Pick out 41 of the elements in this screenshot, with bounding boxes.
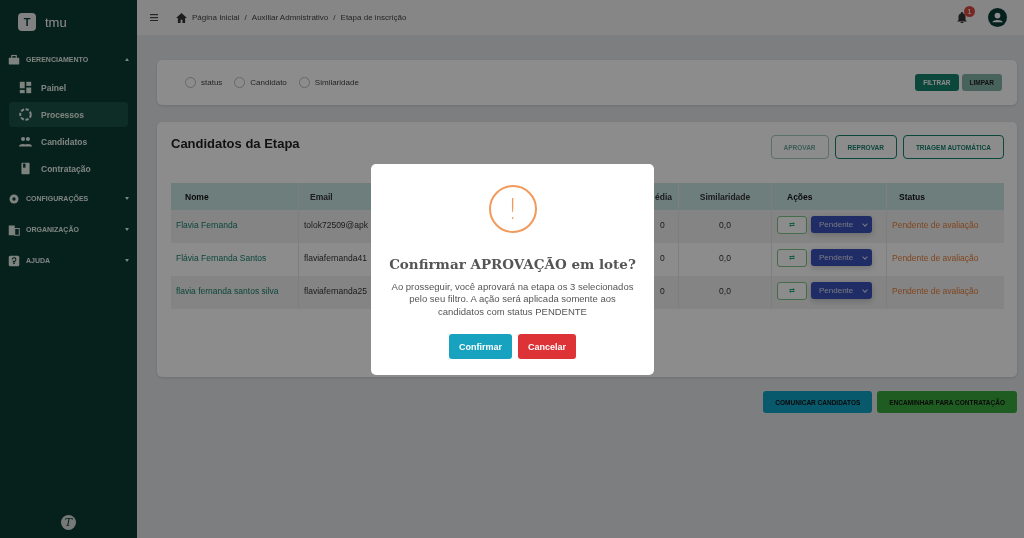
warning-icon: !	[488, 185, 537, 233]
dialog-title: Confirmar APROVAÇÃO em lote?	[389, 256, 636, 272]
breadcrumb-link[interactable]: Etapa de inscrição	[340, 13, 407, 22]
sidebar-item[interactable]: Painel	[9, 75, 128, 100]
status-dropdown[interactable]: Pendente	[811, 249, 872, 266]
status-text: Pendente de avaliação	[892, 220, 979, 230]
sidebar-item[interactable]: Candidatos	[9, 129, 128, 154]
confirm-button[interactable]: Confirmar	[448, 334, 512, 360]
status-text: Pendente de avaliação	[892, 286, 979, 296]
status-text: Pendente de avaliação	[892, 253, 979, 263]
table-cell: 0	[660, 253, 665, 263]
cancel-button[interactable]: Cancelar	[518, 334, 576, 360]
sidebar-item[interactable]: Processos	[9, 102, 128, 127]
dialog-message: Ao prosseguir, você aprovará na etapa os 3 selecionados pelo seu filtro. A ação será aplicada somente aos candidatos com status PENDENTE	[390, 281, 635, 319]
table-cell: 0,0	[719, 220, 731, 230]
table-cell: flaviafernanda25	[304, 286, 367, 296]
panel-title: Candidatos da Etapa	[171, 135, 300, 151]
logo-badge: T	[18, 13, 36, 31]
app-name: tmu	[45, 14, 67, 30]
table-cell: 0,0	[719, 253, 731, 263]
table-cell: flaviafernanda41	[304, 253, 367, 263]
breadcrumb-separator: /	[244, 13, 247, 22]
filter-radio[interactable]: status	[185, 77, 223, 88]
breadcrumb-separator: /	[333, 13, 336, 22]
table-cell: 0,0	[719, 286, 731, 296]
candidate-name-link[interactable]: Flavia Fernanda	[176, 220, 238, 230]
status-dropdown[interactable]: Pendente	[811, 216, 872, 233]
candidate-name-link[interactable]: Flávia Fernanda Santos	[176, 253, 267, 263]
status-dropdown[interactable]: Pendente	[811, 282, 872, 299]
table-cell: tolok72509@apk	[304, 220, 368, 230]
brand-logo: T	[61, 515, 76, 530]
candidate-name-link[interactable]: flavia fernanda santos silva	[176, 286, 279, 296]
breadcrumb-link[interactable]: Página Inicial	[192, 13, 240, 22]
column-header: Status	[898, 190, 926, 204]
filter-radio[interactable]: Similaridade	[298, 77, 359, 88]
breadcrumb-link[interactable]: Auxiliar Admnistrativo	[251, 13, 329, 22]
table-cell: 0	[660, 220, 665, 230]
table-cell: 0	[660, 286, 665, 296]
notification-badge: 1	[964, 6, 975, 17]
sidebar-item[interactable]: Contratação	[9, 156, 128, 181]
filter-radio[interactable]: Candidato	[234, 77, 287, 88]
